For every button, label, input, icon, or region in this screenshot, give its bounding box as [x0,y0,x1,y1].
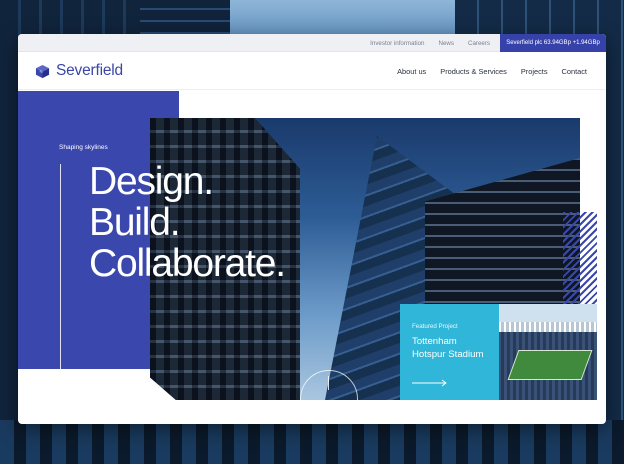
nav-item-projects[interactable]: Projects [521,67,548,76]
logo-text: Severfield [56,62,123,79]
nav-item-products-services[interactable]: Products & Services [440,67,507,76]
utility-bar: Investor information News Careers Severf… [18,34,606,52]
main-nav: About us Products & Services Projects Co… [397,52,587,90]
hero-divider-line [60,164,61,369]
stadium-pitch [507,350,593,380]
scroll-indicator-line [328,376,329,390]
stripe-accent [563,212,597,304]
hero-headline-line: Design. [89,160,214,203]
utility-link-careers[interactable]: Careers [468,40,490,47]
featured-project-label: Featured Project [412,323,458,330]
site-header: Severfield About us Products & Services … [18,52,606,90]
utility-link-news[interactable]: News [439,40,454,47]
nav-item-about-us[interactable]: About us [397,67,426,76]
background-tower [0,420,624,464]
hero-headline: Design. Build. Collaborate. [89,160,286,285]
hero-headline-line: Build. [89,201,181,244]
utility-link-investor-information[interactable]: Investor information [370,40,424,47]
featured-project-image[interactable] [499,304,597,400]
share-price-badge[interactable]: Severfield plc 63.94GBp +1.94GBp [500,34,606,52]
logo[interactable]: Severfield [35,62,123,80]
hero-headline-line: Collaborate. [89,242,286,285]
hero-eyebrow: Shaping skylines [59,144,108,151]
stadium-roof [499,322,597,332]
logo-mark-icon [35,64,50,78]
featured-project-card[interactable]: Featured Project Tottenham Hotspur Stadi… [400,304,499,400]
arrow-right-icon[interactable] [412,379,448,387]
utility-links: Investor information News Careers [370,34,490,52]
website-window: Investor information News Careers Severf… [18,34,606,424]
featured-project-title: Tottenham Hotspur Stadium [412,336,484,360]
nav-item-contact[interactable]: Contact [562,67,587,76]
